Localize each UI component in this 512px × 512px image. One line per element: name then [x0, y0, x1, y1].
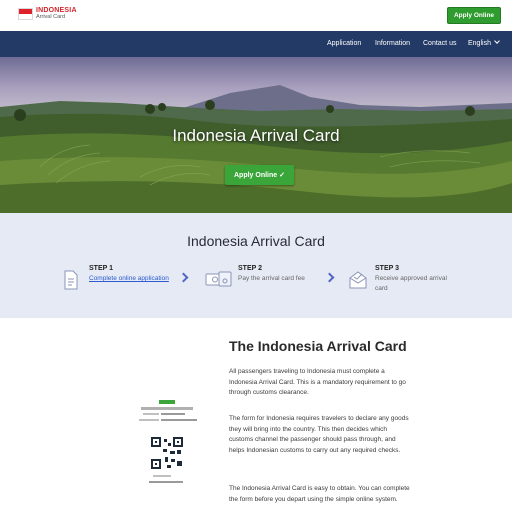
step-2: STEP 2 Pay the arrival card fee [238, 265, 320, 284]
language-label: English [468, 40, 491, 47]
nav-item-contact[interactable]: Contact us [423, 40, 456, 47]
top-bar: INDONESIA Arrival Card Apply Online [0, 0, 512, 31]
hero-title: Indonesia Arrival Card [172, 126, 340, 145]
apply-online-button[interactable]: Apply Online [447, 7, 501, 24]
step-2-text: Pay the arrival card fee [238, 275, 305, 282]
step-3: STEP 3 Receive approved arrival card [375, 265, 457, 294]
paragraph-1: All passengers traveling to Indonesia mu… [229, 368, 406, 396]
step-1: STEP 1 Complete online application [89, 265, 171, 284]
step-1-link[interactable]: Complete online application [89, 274, 171, 284]
nav-item-information[interactable]: Information [375, 40, 410, 47]
logo-title: INDONESIA [36, 7, 77, 14]
logo-subtitle: Arrival Card [36, 14, 66, 20]
step-3-text: Receive approved arrival card [375, 275, 447, 292]
arrival-card-image [137, 399, 199, 487]
content-title: The Indonesia Arrival Card [229, 338, 407, 354]
indonesia-flag-icon [18, 7, 33, 20]
email-icon [348, 270, 368, 295]
main-nav: Application Information Contact us Engli… [0, 31, 512, 57]
steps-section: Indonesia Arrival Card STEP 1 Complete o… [0, 213, 512, 318]
chevron-right-icon [324, 272, 335, 283]
chevron-right-icon [178, 272, 189, 283]
step-3-label: STEP 3 [375, 265, 399, 272]
paragraph-2: The form for Indonesia requires traveler… [229, 415, 409, 454]
paragraph-3: The Indonesia Arrival Card is easy to ob… [229, 485, 410, 503]
chevron-down-icon [494, 38, 500, 44]
hero-banner: Indonesia Arrival Card Apply Online ✓ [0, 57, 512, 213]
step-2-label: STEP 2 [238, 265, 262, 272]
payment-icon [205, 271, 233, 294]
language-selector[interactable]: English [468, 38, 500, 47]
nav-item-application[interactable]: Application [327, 40, 361, 47]
hero-apply-button[interactable]: Apply Online ✓ [225, 165, 294, 185]
step-1-label: STEP 1 [89, 265, 113, 272]
steps-title: Indonesia Arrival Card [187, 233, 325, 249]
qr-code-icon [151, 437, 183, 469]
site-logo[interactable]: INDONESIA Arrival Card [18, 7, 77, 21]
document-icon [63, 270, 79, 295]
